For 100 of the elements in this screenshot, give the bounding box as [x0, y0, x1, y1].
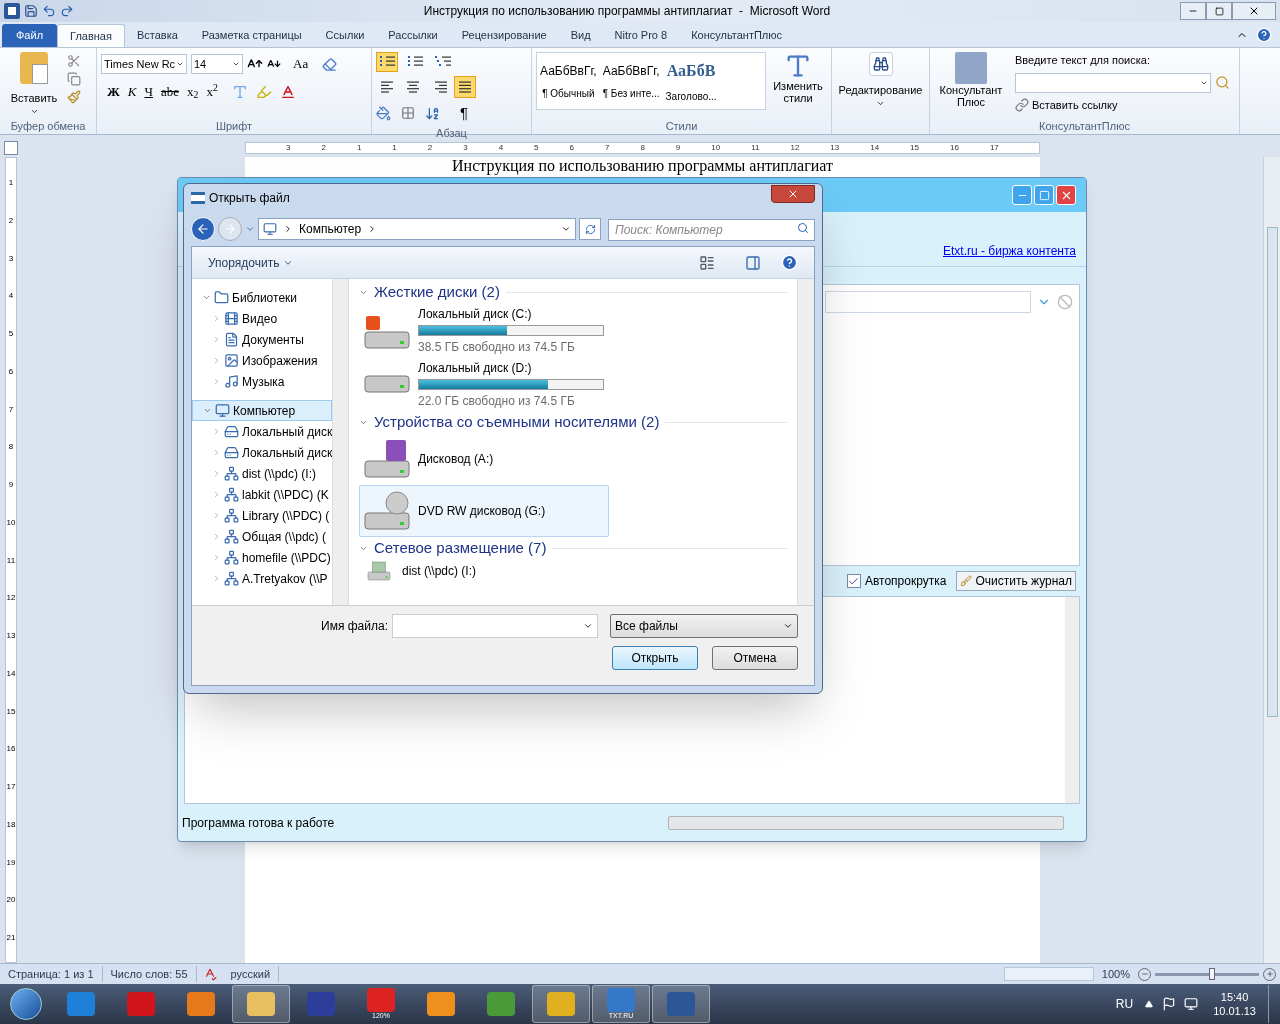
paste-button[interactable]: Вставить — [10, 90, 58, 107]
tree-item[interactable]: Видео — [192, 308, 332, 329]
site-link[interactable]: Etxt.ru - биржа контента — [943, 242, 1076, 260]
ribbon-tab[interactable]: Главная — [57, 24, 125, 47]
ribbon-tab[interactable]: Разметка страницы — [189, 24, 314, 47]
eraser-icon[interactable] — [322, 56, 338, 72]
close-button[interactable] — [1232, 2, 1276, 20]
format-button[interactable]: Ч — [144, 82, 153, 102]
style-sample[interactable]: АаБбВвГг, — [602, 61, 660, 80]
close-button[interactable] — [771, 185, 815, 203]
address-bar[interactable]: Компьютер — [258, 218, 576, 240]
format-button[interactable]: x$_{2}$ — [187, 82, 199, 102]
collapsed-icon[interactable] — [212, 314, 221, 323]
clear-log-button[interactable]: Очистить журнал — [956, 571, 1076, 591]
tree-item[interactable]: Библиотеки — [192, 287, 332, 308]
font-color-icon[interactable] — [279, 83, 296, 100]
tree-item[interactable]: Музыка — [192, 371, 332, 392]
collapsed-icon[interactable] — [212, 490, 221, 499]
drive-name[interactable]: DVD RW дисковод (G:) — [418, 502, 546, 520]
search-field[interactable]: Поиск: Компьютер — [608, 219, 815, 241]
tree-item[interactable]: Локальный диск — [192, 421, 332, 442]
minimize-button[interactable] — [1180, 2, 1206, 20]
drive-name[interactable]: Локальный диск (D:) — [418, 358, 604, 377]
collapsed-icon[interactable] — [212, 532, 221, 541]
consultant-button[interactable]: Консультант Плюс — [936, 84, 1006, 108]
collapsed-icon[interactable] — [212, 427, 221, 436]
group-heading[interactable]: Сетевое размещение (7) — [374, 536, 547, 560]
expanded-icon[interactable] — [202, 293, 211, 302]
collapsed-icon[interactable] — [212, 511, 221, 520]
restore-button[interactable] — [1206, 2, 1232, 20]
tree-item[interactable]: Документы — [192, 329, 332, 350]
clock-time[interactable]: 15:40 — [1220, 990, 1249, 1004]
font-size-dropdown[interactable]: 14 — [191, 54, 243, 74]
input-field[interactable] — [825, 291, 1031, 313]
sort-icon[interactable] — [425, 105, 440, 121]
scrollbar[interactable] — [1263, 157, 1280, 963]
help-icon[interactable] — [1256, 27, 1272, 43]
ribbon-tab[interactable]: Рецензирование — [449, 24, 559, 47]
collapsed-icon[interactable] — [212, 335, 221, 344]
organize-button[interactable]: Упорядочить — [208, 253, 294, 272]
format-button[interactable]: abe — [160, 82, 179, 102]
scrollbar[interactable] — [332, 279, 349, 605]
maximize-button[interactable] — [1034, 185, 1054, 205]
tree-item[interactable]: labkit (\\PDC) (K — [192, 484, 332, 505]
drive-item[interactable]: Дисковод (A:) — [359, 433, 609, 485]
drive-name[interactable]: Дисковод (A:) — [418, 450, 494, 468]
format-painter-icon[interactable] — [67, 90, 81, 104]
pilcrow-button[interactable]: ¶ — [460, 102, 469, 125]
style-name[interactable]: ¶ Без инте... — [602, 85, 660, 101]
cut-icon[interactable] — [67, 54, 81, 68]
drive-item[interactable]: Локальный диск (D:) 22.0 ГБ свободно из 74.5 ГБ — [359, 357, 609, 411]
change-styles-button[interactable]: Изменить стили — [769, 80, 827, 104]
ribbon-tab[interactable]: Ссылки — [313, 24, 377, 47]
network-icon[interactable] — [1184, 997, 1199, 1011]
page-count[interactable]: Страница: 1 из 1 — [0, 965, 103, 983]
drive-name[interactable]: dist (\\pdc) (I:) — [402, 562, 476, 580]
redo-icon[interactable] — [60, 4, 74, 18]
format-button[interactable]: К — [127, 82, 137, 102]
list-button[interactable] — [376, 52, 398, 72]
expanded-icon[interactable] — [203, 406, 212, 415]
undo-icon[interactable] — [42, 4, 56, 18]
tree-item[interactable]: Library (\\PDC) ( — [192, 505, 332, 526]
editing-button[interactable]: Редактирование — [838, 82, 923, 99]
taskbar-app-button[interactable] — [652, 985, 710, 1023]
format-button[interactable]: x$^{2}$ — [206, 82, 218, 102]
paint-bucket-icon[interactable] — [376, 105, 391, 121]
find-icon[interactable] — [868, 52, 893, 76]
tray-arrow-icon[interactable] — [1145, 1000, 1154, 1008]
format-button[interactable]: Ж — [107, 82, 120, 102]
tree-item[interactable]: Общая (\\pdc) ( — [192, 526, 332, 547]
tree-item[interactable]: Локальный диск — [192, 442, 332, 463]
zoom-level[interactable]: 100% — [1093, 965, 1138, 983]
style-name[interactable]: Заголово... — [665, 88, 717, 104]
history-caret-icon[interactable] — [245, 224, 255, 234]
styles-gallery[interactable]: АаБбВвГг, ¶ Обычный АаБбВвГг, ¶ Без инте... АаБбВ Заголово... — [536, 52, 766, 110]
collapsed-icon[interactable] — [212, 469, 221, 478]
cancel-button[interactable]: Отмена — [712, 646, 798, 670]
borders-icon[interactable] — [401, 106, 415, 121]
search-field[interactable] — [1015, 72, 1211, 93]
open-button[interactable]: Открыть — [612, 646, 698, 670]
ribbon-tab[interactable]: Рассылки — [376, 24, 450, 47]
clock-date[interactable]: 10.01.13 — [1213, 1004, 1256, 1018]
drive-item[interactable]: dist (\\pdc) (I:) — [359, 559, 609, 583]
back-button[interactable] — [191, 217, 215, 241]
checkbox-label[interactable]: Автопрокрутка — [864, 572, 953, 590]
tree-item[interactable]: homefile (\\PDC) — [192, 547, 332, 568]
ribbon-tab[interactable]: КонсультантПлюс — [679, 24, 795, 47]
group-heading[interactable]: Устройства со съемными носителями (2) — [374, 410, 660, 434]
copy-icon[interactable] — [67, 72, 81, 86]
tree-item[interactable]: Изображения — [192, 350, 332, 371]
drive-name[interactable]: Локальный диск (C:) — [418, 304, 604, 323]
help-icon[interactable] — [781, 254, 798, 271]
checkbox[interactable] — [846, 574, 861, 588]
save-icon[interactable] — [24, 4, 38, 18]
scrollbar[interactable] — [797, 279, 814, 605]
ribbon-tab[interactable]: Вид — [558, 24, 603, 47]
breadcrumb[interactable]: Компьютер — [299, 220, 362, 238]
taskbar-app-button[interactable] — [232, 985, 290, 1023]
align-button[interactable] — [454, 76, 476, 98]
scrollbar[interactable] — [1065, 597, 1079, 803]
